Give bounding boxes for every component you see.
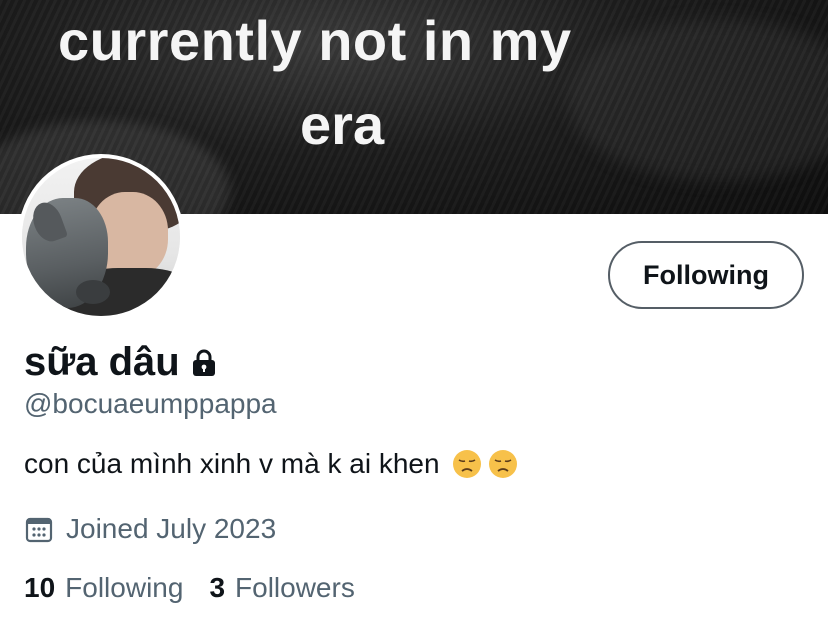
profile-bio: con của mình xinh v mà k ai khen: [24, 448, 518, 480]
avatar-image: [22, 158, 180, 316]
profile-name-row: sữa dâu: [24, 340, 220, 385]
disappointed-face-emoji-icon: [488, 450, 517, 478]
avatar[interactable]: [18, 154, 184, 320]
user-handle: @bocuaeumppappa: [24, 388, 277, 419]
lock-icon: [192, 349, 215, 376]
bio-text: con của mình xinh v mà k ai khen: [24, 448, 440, 479]
following-label: Following: [65, 572, 184, 603]
joined-date-row: Joined July 2023: [24, 513, 276, 545]
followers-stat-link[interactable]: 3 Followers: [209, 572, 354, 604]
banner-text-line2: era: [300, 93, 385, 156]
follow-stats: 10 Following 3 Followers: [24, 572, 381, 604]
followers-count: 3: [209, 572, 226, 603]
following-button[interactable]: Following: [608, 241, 804, 309]
following-count: 10: [24, 572, 56, 603]
followers-label: Followers: [235, 572, 355, 603]
calendar-icon: [25, 517, 53, 543]
banner-text-line1: currently not in my: [58, 9, 572, 72]
display-name: sữa dâu: [24, 340, 180, 384]
joined-text: Joined July 2023: [66, 513, 277, 544]
following-stat-link[interactable]: 10 Following: [24, 572, 183, 604]
disappointed-face-emoji-icon: [452, 450, 481, 478]
